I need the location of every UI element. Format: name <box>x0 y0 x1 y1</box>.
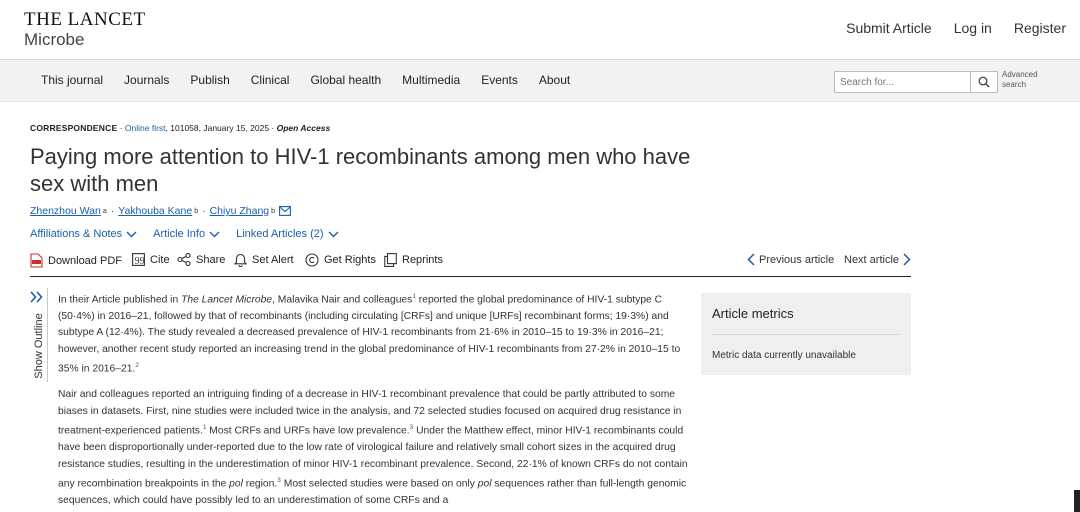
nav-about[interactable]: About <box>528 73 580 87</box>
show-outline-toggle[interactable]: Show Outline <box>28 288 48 382</box>
metrics-message: Metric data currently unavailable <box>712 350 856 361</box>
article-metrics-title: Article metrics <box>712 306 794 321</box>
paragraph: In their Article published in The Lancet… <box>58 289 692 378</box>
download-pdf-button[interactable]: Download PDF <box>30 253 122 268</box>
reprints-button[interactable]: Reprints <box>384 253 443 267</box>
cite-button[interactable]: 99 Cite <box>132 253 170 266</box>
chevron-down-icon <box>209 231 220 237</box>
svg-text:99: 99 <box>135 256 145 266</box>
chevron-right-icon <box>903 253 911 266</box>
article-info-toggle[interactable]: Article Info <box>153 228 220 240</box>
nav-events[interactable]: Events <box>470 73 528 87</box>
article-details: , 101058, January 15, 2025 <box>165 123 270 133</box>
search-box <box>834 71 998 93</box>
scrollbar-thumb[interactable] <box>1074 490 1080 512</box>
paragraph: Nair and colleagues reported an intrigui… <box>58 387 692 509</box>
author-name[interactable]: Yakhouba Kane <box>118 205 192 217</box>
nav-multimedia[interactable]: Multimedia <box>391 73 470 87</box>
article-title: Paying more attention to HIV-1 recombina… <box>30 144 691 196</box>
reference-link[interactable]: 2 <box>135 362 139 369</box>
share-icon <box>177 253 191 266</box>
next-article-label: Next article <box>844 253 900 266</box>
previous-article-link[interactable]: Previous article <box>747 253 834 266</box>
set-alert-button[interactable]: Set Alert <box>234 253 294 267</box>
set-alert-label: Set Alert <box>252 254 294 266</box>
chevron-down-icon <box>126 231 137 237</box>
journal-name: The Lancet Microbe <box>181 294 273 306</box>
advanced-search-line-1: Advanced <box>1002 70 1038 79</box>
site-header: THE LANCET Microbe Submit Article Log in… <box>0 0 1080 60</box>
text-run: Most selected studies were based on only <box>280 478 478 490</box>
author-affiliation-marker: a <box>102 207 107 215</box>
article-toolbar: Download PDF 99 Cite Share Set Alert Get… <box>30 252 911 277</box>
text-run: Most CRFs and URFs have low prevalence. <box>206 425 410 437</box>
article-meta: CORRESPONDENCE · Online first, 101058, J… <box>30 123 330 133</box>
search-icon <box>978 76 990 88</box>
nav-publish[interactable]: Publish <box>179 73 239 87</box>
bell-icon <box>234 253 247 267</box>
text-run: , Malavika Nair and colleagues <box>272 294 413 306</box>
online-first-link[interactable]: Online first <box>125 123 166 133</box>
text-run: reported the global predominance of HIV-… <box>58 294 681 375</box>
author-separator: · <box>110 205 115 217</box>
get-rights-label: Get Rights <box>324 254 376 266</box>
affiliations-notes-label: Affiliations & Notes <box>30 228 123 240</box>
author-name[interactable]: Chiyu Zhang <box>210 205 270 217</box>
linked-articles-toggle[interactable]: Linked Articles (2) <box>236 228 339 240</box>
open-access-badge: Open Access <box>276 123 331 133</box>
author-name[interactable]: Zhenzhou Wan <box>30 205 101 217</box>
share-button[interactable]: Share <box>177 253 225 266</box>
next-article-link[interactable]: Next article <box>844 253 911 266</box>
submit-article-link[interactable]: Submit Article <box>846 20 932 36</box>
reprints-icon <box>384 253 397 267</box>
logo-line-2: Microbe <box>24 30 85 49</box>
journal-logo[interactable]: THE LANCET Microbe <box>24 9 146 51</box>
affiliations-notes-toggle[interactable]: Affiliations & Notes <box>30 228 137 240</box>
search-button[interactable] <box>970 72 997 92</box>
show-outline-label: Show Outline <box>33 313 45 379</box>
login-link[interactable]: Log in <box>954 20 992 36</box>
get-rights-button[interactable]: Get Rights <box>305 253 376 267</box>
download-pdf-label: Download PDF <box>48 254 122 267</box>
nav-global-health[interactable]: Global health <box>299 73 391 87</box>
logo-line-1: THE LANCET <box>24 9 146 30</box>
text-run: region. <box>242 478 278 490</box>
pdf-icon <box>30 253 43 268</box>
linked-articles-label: Linked Articles (2) <box>236 228 324 240</box>
chevron-left-icon <box>747 253 755 266</box>
nav-clinical[interactable]: Clinical <box>240 73 300 87</box>
advanced-search-link[interactable]: Advanced search <box>1002 70 1038 90</box>
cite-label: Cite <box>150 253 170 266</box>
double-chevron-right-icon <box>30 291 43 303</box>
register-link[interactable]: Register <box>1014 20 1066 36</box>
author-affiliation-marker: b <box>194 207 199 215</box>
article-body: In their Article published in The Lancet… <box>58 289 692 512</box>
copyright-icon <box>305 253 319 267</box>
text-run: In their Article published in <box>58 294 182 306</box>
author-separator: · <box>202 205 206 217</box>
advanced-search-line-2: search <box>1002 80 1027 89</box>
gene-name: pol <box>477 478 492 490</box>
main-nav: This journal Journals Publish Clinical G… <box>0 60 1080 102</box>
chevron-down-icon <box>328 231 339 237</box>
previous-article-label: Previous article <box>759 253 835 266</box>
nav-journals[interactable]: Journals <box>113 73 179 87</box>
email-icon[interactable] <box>279 206 291 216</box>
divider <box>712 334 900 335</box>
reprints-label: Reprints <box>402 254 443 266</box>
share-label: Share <box>196 253 226 266</box>
article-info-label: Article Info <box>153 228 206 240</box>
search-input[interactable] <box>835 72 971 92</box>
article-metrics-panel: Article metrics Metric data currently un… <box>701 293 911 375</box>
account-links: Submit Article Log in Register <box>846 20 1066 36</box>
nav-this-journal[interactable]: This journal <box>30 73 113 87</box>
article-type: CORRESPONDENCE <box>30 123 118 133</box>
author-affiliation-marker: b <box>271 207 276 215</box>
author-list: Zhenzhou Wan a · Yakhouba Kane b · Chiyu Z… <box>30 205 291 217</box>
gene-name: pol <box>229 478 243 490</box>
article-info-links: Affiliations & Notes Article Info Linked… <box>30 228 339 240</box>
quote-icon: 99 <box>132 253 145 266</box>
